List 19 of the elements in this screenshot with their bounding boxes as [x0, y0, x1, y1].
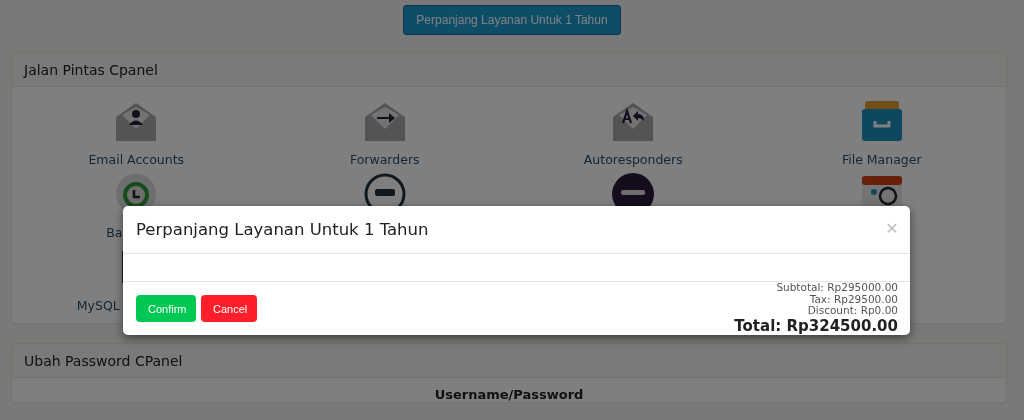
discount-text: Discount: Rp0.00: [807, 305, 898, 317]
panel-title: Ubah Password CPanel: [24, 352, 183, 369]
renew-button[interactable]: Perpanjang Layanan Untuk 1 Tahun: [403, 5, 621, 35]
field-heading: Username/Password: [434, 387, 584, 402]
total-text: Total: Rp324500.00: [734, 316, 898, 335]
cancel-button[interactable]: Cancel: [201, 295, 257, 322]
tax-text: Tax: Rp29500.00: [809, 293, 898, 305]
panel-title: Jalan Pintas Cpanel: [24, 61, 158, 78]
subtotal-text: Subtotal: Rp295000.00: [776, 282, 898, 294]
shortcut-label[interactable]: Autoresponders: [583, 152, 683, 167]
shortcut-label[interactable]: Forwarders: [349, 152, 420, 167]
shortcut-label[interactable]: Ba: [106, 225, 123, 240]
shortcut-label[interactable]: Email Accounts: [88, 152, 185, 167]
close-button[interactable]: ×: [885, 216, 898, 238]
file-box-icon[interactable]: [859, 99, 904, 143]
shortcut-label[interactable]: File Manager: [841, 152, 922, 167]
modal-title: Perpanjang Layanan Untuk 1 Tahun: [136, 220, 429, 239]
shortcut-label[interactable]: MySQL: [76, 298, 120, 313]
confirm-button[interactable]: Confirm: [136, 295, 196, 322]
